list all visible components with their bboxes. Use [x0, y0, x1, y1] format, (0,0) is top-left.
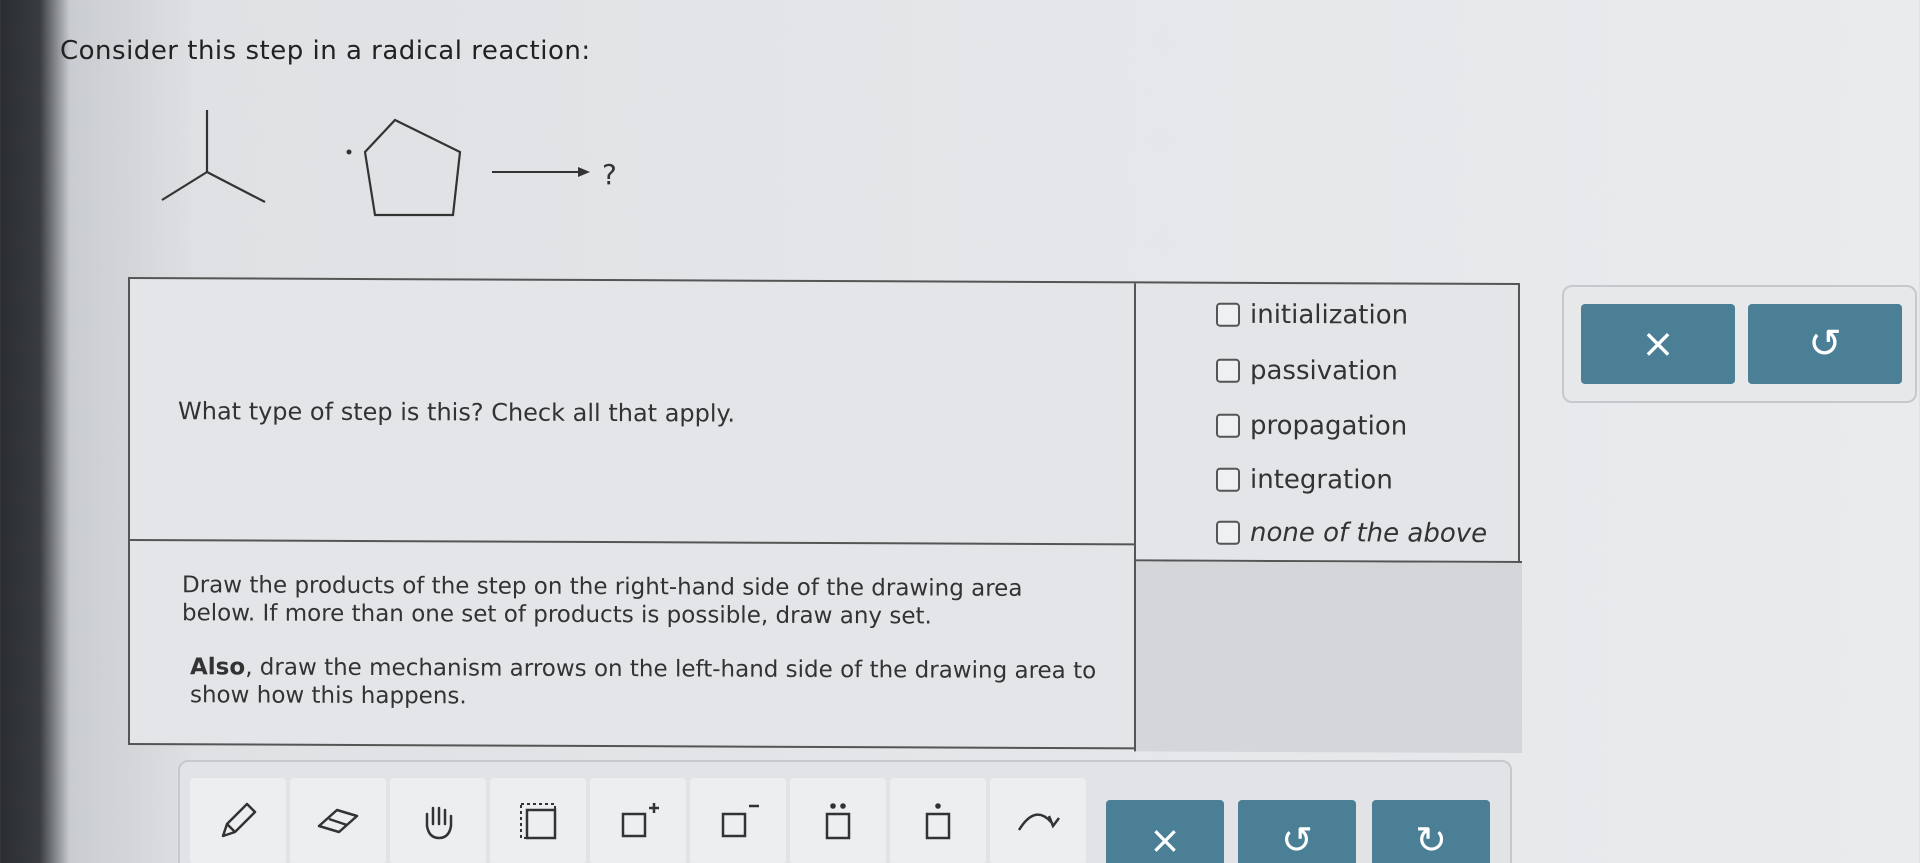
add-charge-plus-icon: [621, 803, 659, 838]
reaction-scheme: [150, 100, 650, 230]
question-text: What type of step is this? Check all tha…: [178, 397, 735, 428]
reaction-arrow: [492, 167, 590, 177]
draw-instructions-cell: Draw the products of the step on the rig…: [130, 540, 1136, 752]
option-integration[interactable]: integration: [1216, 464, 1393, 496]
clear-answer-button[interactable]: ×: [1581, 304, 1735, 384]
radical-dot-icon: [925, 803, 951, 840]
positive-charge-tool[interactable]: [590, 778, 686, 863]
checkbox[interactable]: [1216, 520, 1240, 545]
eraser-tool[interactable]: [290, 778, 386, 863]
answer-cell: [1136, 561, 1522, 754]
page: Consider this step in a radical reaction…: [0, 0, 1920, 863]
curved-arrow-icon: [1017, 813, 1060, 831]
select-box-icon: [520, 803, 557, 840]
radical-dot: [346, 149, 352, 155]
redo-icon: ↻: [1415, 818, 1447, 862]
answer-actions: × ↺: [1562, 285, 1917, 403]
hand-tool[interactable]: [390, 778, 486, 863]
cyclopentane-structure: [363, 118, 462, 217]
checkbox[interactable]: [1216, 302, 1240, 327]
option-none-of-the-above[interactable]: none of the above: [1216, 518, 1487, 549]
undo-icon: ↺: [1281, 818, 1313, 862]
drawing-toolbar: × ↺ ↻: [178, 760, 1512, 863]
also-bold: Also: [190, 654, 246, 681]
reaction-svg: [161, 110, 590, 217]
checkbox[interactable]: [1216, 358, 1240, 383]
hand-icon: [425, 806, 453, 840]
draw-instructions-p1: Draw the products of the step on the rig…: [182, 572, 1023, 630]
option-initialization[interactable]: initialization: [1216, 300, 1408, 331]
checkbox[interactable]: [1216, 467, 1240, 492]
option-propagation[interactable]: propagation: [1216, 411, 1407, 442]
option-label: integration: [1250, 464, 1393, 496]
options-cell: initialization passivation propagation i…: [1136, 283, 1522, 564]
eraser-icon: [317, 808, 359, 834]
undo-answer-button[interactable]: ↺: [1748, 304, 1902, 384]
close-icon: ×: [1149, 818, 1181, 862]
option-label: passivation: [1250, 355, 1398, 387]
lone-pair-icon: [825, 803, 851, 840]
negative-charge-tool[interactable]: [690, 778, 786, 863]
undo-icon: ↺: [1808, 321, 1842, 367]
pencil-icon: [221, 802, 257, 838]
option-label: propagation: [1250, 410, 1408, 442]
question-table: What type of step is this? Check all tha…: [128, 276, 1522, 754]
close-icon: ×: [1641, 321, 1675, 367]
prompt-text: Consider this step in a radical reaction…: [60, 36, 591, 66]
option-passivation[interactable]: passivation: [1216, 356, 1398, 387]
draw-instructions-p2: Also, draw the mechanism arrows on the l…: [190, 653, 1110, 713]
curved-arrow-tool[interactable]: [990, 778, 1086, 863]
option-label: initialization: [1250, 299, 1409, 331]
undo-drawing-button[interactable]: ↺: [1238, 800, 1356, 863]
add-charge-minus-icon: [721, 804, 759, 838]
pencil-tool[interactable]: [190, 778, 286, 863]
radical-dot-tool[interactable]: [890, 778, 986, 863]
isobutane-structure: [161, 110, 266, 203]
checkbox[interactable]: [1216, 413, 1240, 438]
redo-drawing-button[interactable]: ↻: [1372, 800, 1490, 863]
question-cell: What type of step is this? Check all tha…: [130, 278, 1136, 546]
draw-instructions-p2-rest: , draw the mechanism arrows on the left-…: [190, 654, 1097, 710]
clear-drawing-button[interactable]: ×: [1106, 800, 1224, 863]
product-placeholder: ?: [602, 158, 617, 191]
select-tool[interactable]: [490, 778, 586, 863]
option-label: none of the above: [1250, 517, 1488, 549]
lone-pair-tool[interactable]: [790, 778, 886, 863]
